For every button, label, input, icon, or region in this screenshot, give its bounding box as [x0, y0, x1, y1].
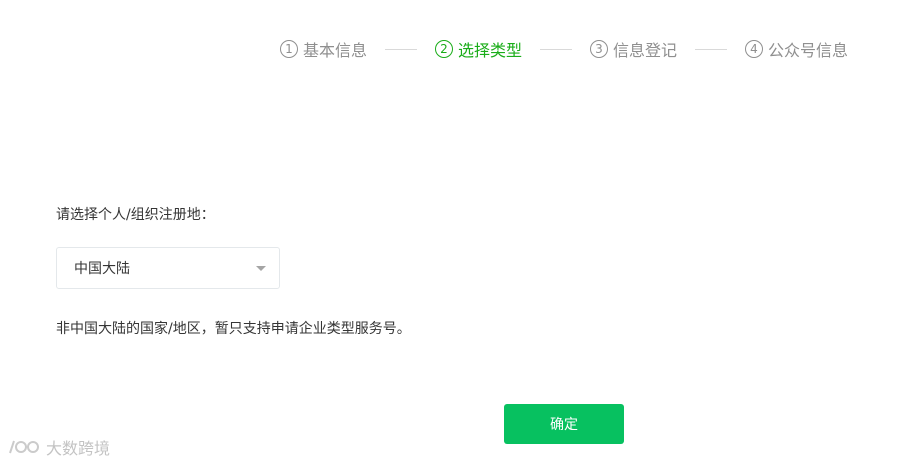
step-indicator: 1 基本信息 2 选择类型 3 信息登记 4 公众号信息	[279, 37, 848, 61]
step-number: 1	[279, 40, 298, 58]
step-divider	[694, 48, 727, 50]
confirm-button[interactable]: 确定	[504, 404, 624, 444]
step-basic-info: 1 基本信息	[279, 37, 367, 61]
step-number: 3	[589, 40, 608, 58]
step-label: 基本信息	[302, 41, 367, 60]
watermark: 大数跨境	[8, 435, 110, 459]
region-select[interactable]: 中国大陆	[56, 247, 280, 289]
watermark-text: 大数跨境	[46, 439, 111, 458]
step-account-info: 4 公众号信息	[744, 37, 848, 61]
region-note: 非中国大陆的国家/地区，暂只支持申请企业类型服务号。	[56, 321, 411, 337]
step-number: 4	[744, 40, 763, 58]
brand-logo-icon	[9, 440, 39, 454]
step-divider	[384, 48, 417, 50]
step-registration: 3 信息登记	[589, 37, 677, 61]
step-label: 公众号信息	[767, 41, 848, 60]
region-select-value: 中国大陆	[74, 261, 130, 277]
region-prompt: 请选择个人/组织注册地：	[56, 207, 215, 223]
step-select-type: 2 选择类型	[434, 37, 522, 61]
step-number: 2	[434, 40, 453, 58]
step-label: 选择类型	[457, 41, 522, 60]
step-divider	[539, 48, 572, 50]
caret-down-icon	[256, 266, 266, 271]
step-label: 信息登记	[612, 41, 677, 60]
